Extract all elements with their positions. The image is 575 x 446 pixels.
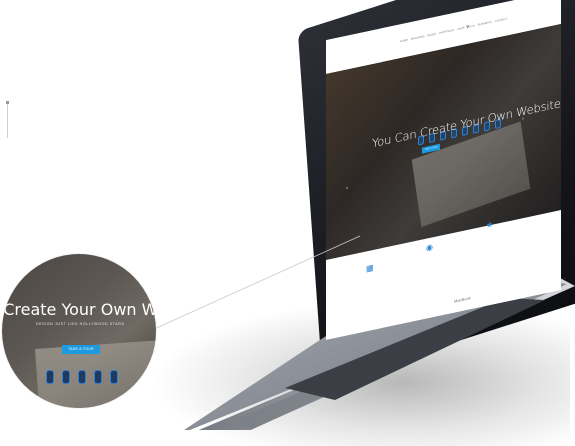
chevron-left-icon[interactable]: ‹ [346,185,348,191]
feature-icon-1: ▦ [366,262,374,274]
search-icon[interactable]: ⚲ [466,24,469,30]
magnifier-cta-button: TAKE A TOUR [62,345,100,354]
feature-icon-3: ★ [486,219,494,230]
chevron-right-icon[interactable]: › [522,116,524,122]
magnifier-circle: n Create Your Own W DESIGN JUST LIKE HOL… [2,254,156,408]
scene: HOME FEATURES PAGES PORTFOLIO SHOP BLOG … [0,0,575,446]
feature-icon-2: ◉ [426,242,433,253]
guide-line [6,101,9,138]
nav-link-portfolio[interactable]: PORTFOLIO [439,29,454,35]
hero-cta-button[interactable]: TAKE A TOUR [422,143,440,154]
laptop-screen: HOME FEATURES PAGES PORTFOLIO SHOP BLOG … [326,0,561,340]
magnifier-notebook-spiral [46,370,118,384]
nav-link-shop[interactable]: SHOP [457,27,464,32]
nav-link-elements[interactable]: ELEMENTS [478,21,492,27]
nav-link-home[interactable]: HOME [400,39,408,44]
nav-link-pages[interactable]: PAGES [427,33,436,38]
magnifier-subtitle: DESIGN JUST LIKE HOLLYWOOD STARS [36,322,125,326]
nav-link-features[interactable]: FEATURES [411,35,425,41]
hero-title: You Can Create Your Own Website [372,96,561,151]
nav-link-contact[interactable]: CONTACT [495,18,507,24]
magnifier-title: n Create Your Own W [2,300,156,319]
